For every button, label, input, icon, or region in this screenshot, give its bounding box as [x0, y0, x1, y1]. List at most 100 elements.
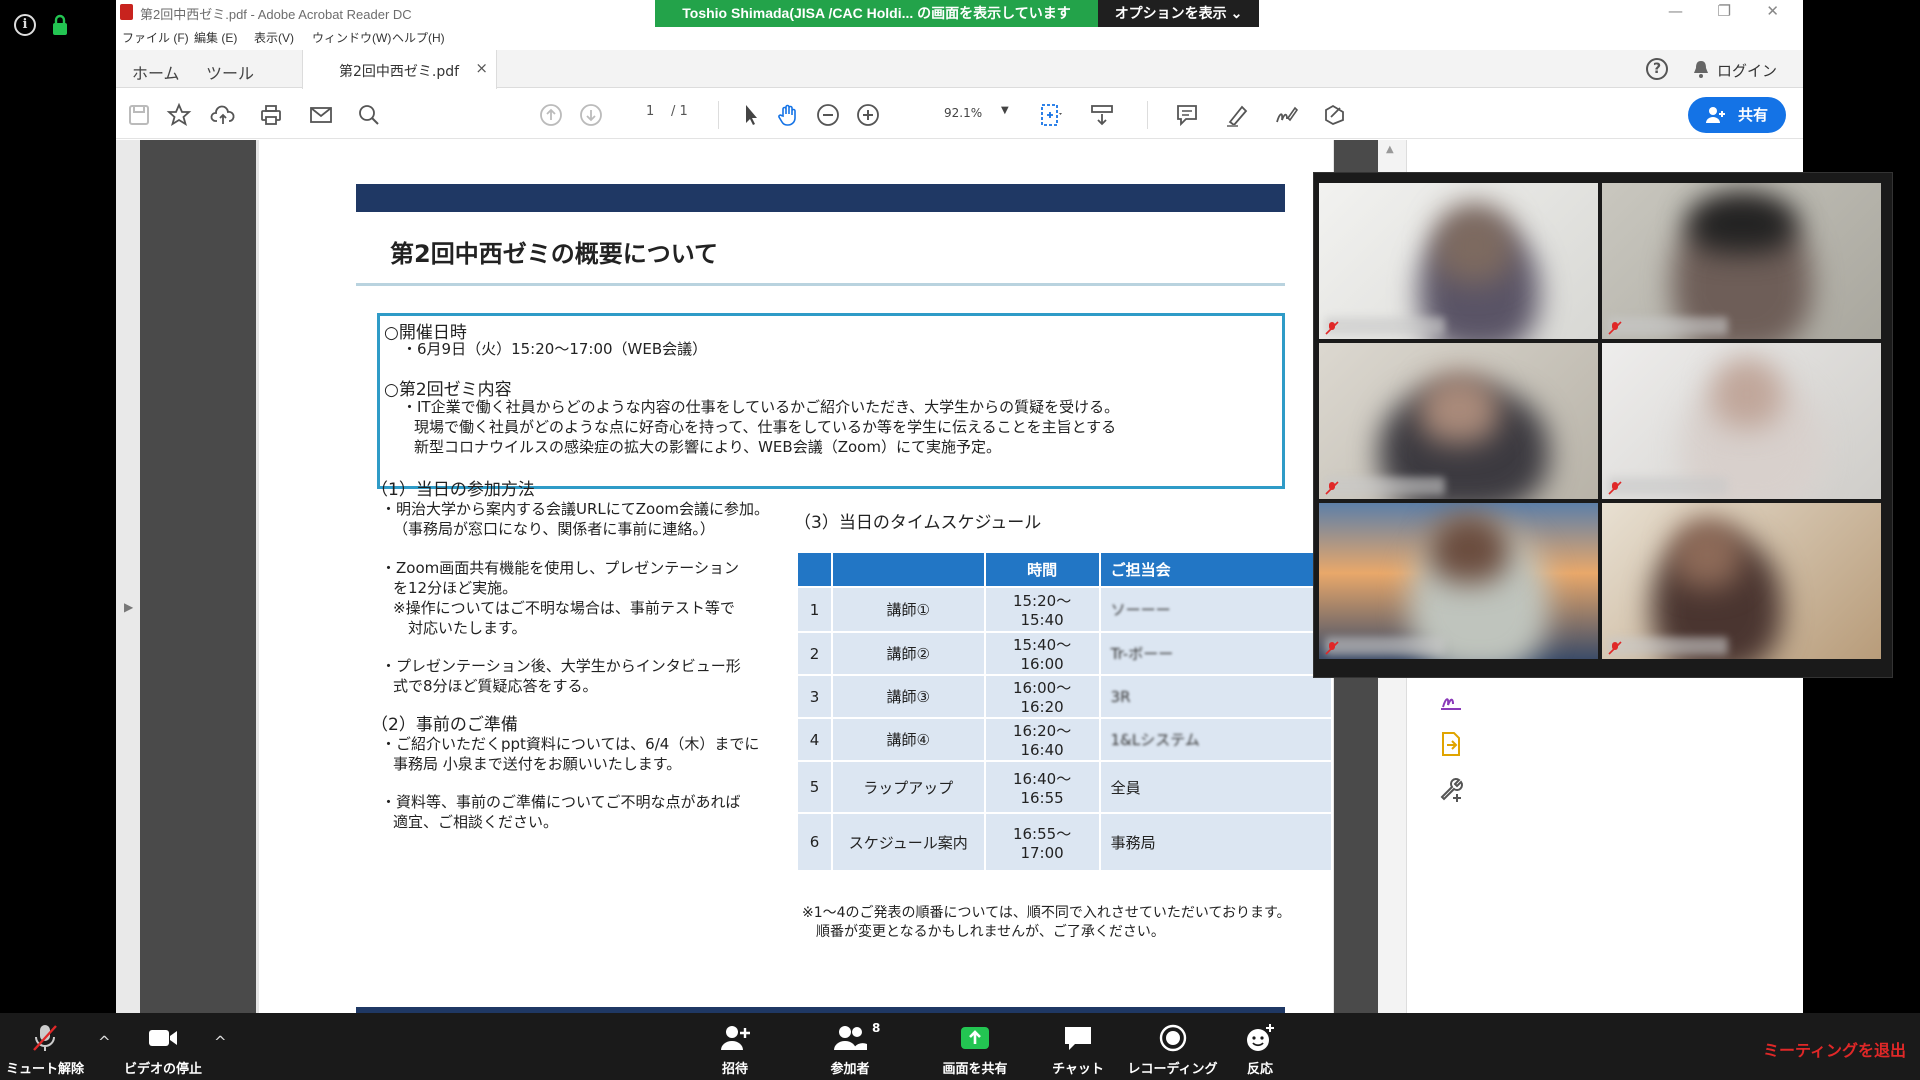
- row-owner-text: ソーーー: [1110, 601, 1171, 619]
- muted-mic-icon: [1325, 641, 1339, 655]
- scroll-mode-icon[interactable]: [1089, 102, 1115, 128]
- row-role: ラップアップ: [833, 762, 984, 812]
- menu-file[interactable]: ファイル (F): [122, 29, 189, 46]
- tab-home[interactable]: ホーム: [132, 60, 180, 84]
- reactions-button[interactable]: 反応: [1225, 1013, 1295, 1080]
- search-icon[interactable]: [356, 102, 382, 128]
- document-title: 第2回中西ゼミの概要について: [390, 240, 718, 268]
- header-band: [356, 184, 1285, 212]
- zoom-level[interactable]: 92.1%: [944, 106, 982, 120]
- zoom-in-icon[interactable]: [855, 102, 881, 128]
- minimize-icon[interactable]: —: [1668, 2, 1683, 20]
- page-total: / 1: [671, 104, 688, 119]
- edit-tools-icon[interactable]: [1321, 102, 1347, 128]
- menu-help[interactable]: ヘルプ(H): [392, 29, 445, 46]
- star-icon[interactable]: [166, 102, 192, 128]
- recording-label: レコーディング: [1127, 1062, 1218, 1077]
- row-number: 2: [798, 633, 832, 674]
- sign-icon[interactable]: [1273, 102, 1299, 128]
- reaction-smiley-icon: [1247, 1024, 1274, 1051]
- cloud-upload-icon[interactable]: [210, 102, 236, 128]
- expand-pane-icon[interactable]: ▶: [124, 600, 133, 614]
- bell-icon[interactable]: [1691, 59, 1711, 79]
- chat-button[interactable]: チャット: [1043, 1013, 1113, 1080]
- toolbar-divider: [1147, 101, 1148, 129]
- hand-tool-icon[interactable]: [775, 102, 801, 128]
- video-tile[interactable]: [1319, 343, 1598, 499]
- view-options-button[interactable]: オプションを表示 ⌄: [1098, 0, 1259, 27]
- menu-view[interactable]: 表示(V): [254, 29, 294, 46]
- participants-icon: [834, 1026, 867, 1050]
- tab-document[interactable]: 第2回中西ゼミ.pdf ×: [302, 50, 497, 89]
- export-pdf-icon[interactable]: [1437, 730, 1465, 758]
- section1-line: ※操作についてはご不明な場合は、事前テスト等で: [393, 599, 735, 617]
- section2-heading: （2）事前のご準備: [371, 715, 518, 735]
- participants-button[interactable]: 8 参加者: [810, 1013, 890, 1080]
- share-screen-label: 画面を共有: [942, 1062, 1008, 1077]
- section1-line: 式で8分ほど質疑応答をする。: [393, 677, 598, 695]
- unmute-button[interactable]: ミュート解除: [0, 1013, 90, 1080]
- next-page-icon[interactable]: [578, 102, 604, 128]
- schedule-table: 時間 ご担当会 1 講師① 15:20～15:40 ソーーー 2 講師② 15:…: [796, 551, 1333, 872]
- box-line: ・IT企業で働く社員からどのような内容の仕事をしているかご紹介いただき、大学生か…: [402, 398, 1120, 416]
- fill-sign-icon[interactable]: [1437, 685, 1465, 713]
- section1-line: を12分ほど実施。: [393, 579, 518, 597]
- scroll-up-icon[interactable]: ▲: [1386, 144, 1394, 155]
- restore-icon[interactable]: ❐: [1718, 2, 1731, 20]
- close-window-icon[interactable]: ✕: [1766, 2, 1779, 20]
- section1-line: （事務局が窓口になり、関係者に事前に連絡。）: [393, 520, 715, 538]
- email-icon[interactable]: [308, 102, 334, 128]
- video-tile[interactable]: [1319, 183, 1598, 339]
- row-time: 15:40～16:00: [985, 633, 1099, 674]
- video-options-caret[interactable]: ^: [214, 1033, 227, 1051]
- tab-tools[interactable]: ツール: [206, 60, 254, 84]
- select-cursor-icon[interactable]: [738, 102, 764, 128]
- comment-icon[interactable]: [1174, 102, 1200, 128]
- fit-page-icon[interactable]: [1038, 102, 1064, 128]
- audio-options-caret[interactable]: ^: [98, 1033, 111, 1051]
- add-person-icon: [1706, 107, 1725, 123]
- row-number: 4: [798, 719, 832, 760]
- menu-window[interactable]: ウィンドウ(W): [312, 29, 391, 46]
- row-number: 6: [798, 814, 832, 870]
- video-tile[interactable]: [1319, 503, 1598, 659]
- login-link[interactable]: ログイン: [1717, 60, 1777, 81]
- lock-icon[interactable]: [50, 14, 70, 36]
- row-number: 5: [798, 762, 832, 812]
- page-number-input[interactable]: 1: [646, 104, 654, 119]
- toolbar-divider: [718, 101, 719, 129]
- recording-button[interactable]: レコーディング: [1125, 1013, 1220, 1080]
- row-number: 3: [798, 676, 832, 717]
- row-time: 15:20～15:40: [985, 588, 1099, 631]
- more-tools-icon[interactable]: [1437, 775, 1465, 803]
- video-tile[interactable]: [1602, 503, 1881, 659]
- video-gallery[interactable]: [1313, 172, 1893, 678]
- zoom-out-icon[interactable]: [815, 102, 841, 128]
- save-icon[interactable]: [126, 102, 152, 128]
- stop-video-button[interactable]: ビデオの停止: [118, 1013, 208, 1080]
- table-row: 1 講師① 15:20～15:40 ソーーー: [798, 588, 1331, 631]
- section3-heading: （3）当日のタイムスケジュール: [794, 513, 1042, 533]
- print-icon[interactable]: [258, 102, 284, 128]
- row-owner: Tr-ボーー: [1100, 633, 1331, 674]
- close-tab-icon[interactable]: ×: [475, 59, 488, 77]
- title-underline: [356, 283, 1285, 286]
- schedule-note: 順番が変更となるかもしれませんが、ご了承ください。: [816, 924, 1165, 940]
- highlight-pen-icon[interactable]: [1224, 102, 1250, 128]
- prev-page-icon[interactable]: [538, 102, 564, 128]
- invite-button[interactable]: 招待: [700, 1013, 770, 1080]
- zoom-dropdown-icon[interactable]: ▼: [1001, 105, 1009, 116]
- muted-mic-icon: [1608, 641, 1622, 655]
- menu-edit[interactable]: 編集 (E): [194, 29, 237, 46]
- video-tile[interactable]: [1602, 343, 1881, 499]
- stop-video-label: ビデオの停止: [123, 1062, 202, 1077]
- help-icon[interactable]: ?: [1646, 58, 1668, 80]
- info-icon[interactable]: i: [14, 14, 36, 36]
- share-button[interactable]: 共有: [1688, 97, 1786, 133]
- row-number: 1: [798, 588, 832, 631]
- video-tile[interactable]: [1602, 183, 1881, 339]
- share-screen-button[interactable]: 画面を共有: [930, 1013, 1020, 1080]
- table-header-cell: 時間: [985, 553, 1099, 586]
- leave-meeting-button[interactable]: ミーティングを退出: [1763, 1037, 1906, 1061]
- page-gutter-left: [140, 140, 256, 1013]
